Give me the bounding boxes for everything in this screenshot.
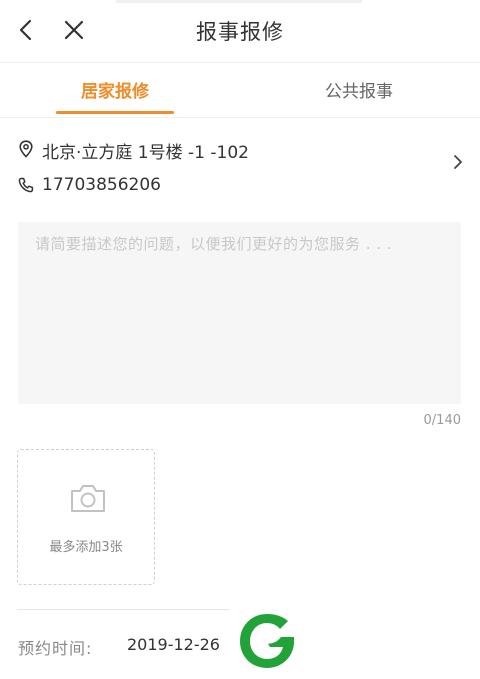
navigation-bar: 报事报修 bbox=[0, 0, 480, 63]
camera-icon bbox=[71, 485, 105, 512]
description-placeholder: 请简要描述您的问题，以便我们更好的为您服务 . . . bbox=[35, 235, 393, 253]
tab-bar: 居家报修 公共报事 bbox=[0, 63, 480, 118]
phone-number: 17703856206 bbox=[42, 175, 161, 195]
brand-logo bbox=[240, 614, 294, 668]
active-tab-indicator bbox=[56, 111, 174, 114]
photo-limit-label: 最多添加3张 bbox=[49, 540, 123, 555]
address-text: 北京·立方庭 1号楼 -1 -102 bbox=[42, 143, 249, 163]
page-title: 报事报修 bbox=[196, 20, 284, 44]
appointment-time-label: 预约时间: bbox=[18, 639, 93, 658]
location-pin-icon bbox=[19, 140, 33, 158]
add-photo-button[interactable]: 最多添加3张 bbox=[17, 449, 155, 585]
appointment-time-value[interactable]: 2019-12-26 bbox=[127, 635, 220, 654]
address-card[interactable]: 北京·立方庭 1号楼 -1 -102 17703856206 bbox=[0, 133, 480, 203]
description-textarea[interactable]: 请简要描述您的问题，以便我们更好的为您服务 . . . bbox=[18, 222, 461, 404]
phone-icon bbox=[18, 177, 34, 193]
chevron-right-icon bbox=[454, 155, 462, 169]
divider bbox=[17, 609, 230, 610]
tab-public-report[interactable]: 公共报事 bbox=[300, 77, 418, 102]
tab-home-repair[interactable]: 居家报修 bbox=[56, 77, 174, 102]
character-counter: 0/140 bbox=[423, 413, 461, 428]
